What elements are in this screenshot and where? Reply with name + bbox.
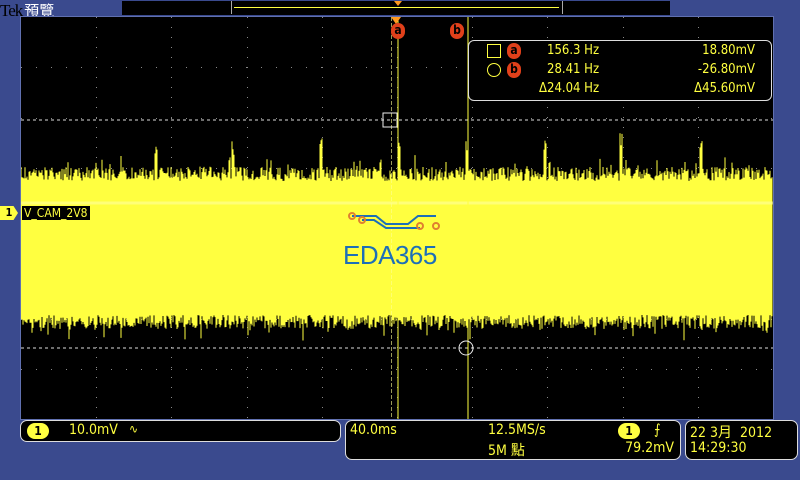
overview-trace — [234, 7, 559, 8]
timebase-trigger-panel[interactable]: 40.0ms 12.5MS/s 5M 點 1 ⨍ 79.2mV — [345, 420, 681, 460]
cursor-a-volt: 18.80mV — [702, 43, 755, 58]
rising-edge-icon: ⨍ — [654, 422, 661, 438]
date: 22 3月 2012 — [690, 425, 773, 441]
vertical-scale: 10.0mV — [69, 422, 118, 438]
channel-1-settings[interactable]: 1 10.0mV ∿ — [20, 420, 341, 442]
record-overview-bar[interactable] — [122, 1, 670, 15]
time-per-division: 40.0ms — [350, 422, 397, 438]
channel-1-ground-marker[interactable]: 1 — [0, 206, 18, 220]
cursor-b-badge: b — [507, 62, 521, 78]
square-icon — [487, 44, 501, 58]
record-length: 5M 點 — [488, 443, 525, 459]
cursor-b-volt: -26.80mV — [697, 62, 755, 77]
channel-1-trace — [21, 133, 773, 341]
cursor-a-badge: a — [507, 43, 521, 59]
brand-text: Tek — [0, 1, 23, 20]
trigger-source-badge: 1 — [618, 423, 640, 439]
cursor-a-label[interactable]: a — [391, 23, 405, 39]
trigger-level: 79.2mV — [625, 440, 674, 456]
delta-freq: Δ24.04 Hz — [539, 81, 600, 96]
cursor-b-label[interactable]: b — [450, 23, 464, 39]
eda365-logo-icon — [348, 212, 440, 230]
sample-rate: 12.5MS/s — [488, 422, 546, 438]
cursor-readout: a 156.3 Hz 18.80mV b 28.41 Hz -26.80mV Δ… — [468, 40, 772, 101]
trigger-position-marker — [394, 1, 402, 6]
ac-coupling-icon: ∿ — [129, 422, 139, 436]
cursor-b-freq: 28.41 Hz — [547, 62, 600, 77]
readout-row-a: a 156.3 Hz 18.80mV — [469, 42, 771, 60]
datetime-panel: 22 3月 2012 14:29:30 — [685, 420, 798, 460]
time: 14:29:30 — [690, 440, 747, 456]
readout-row-delta: Δ24.04 Hz Δ45.60mV — [469, 80, 771, 98]
channel-1-badge: 1 — [27, 423, 49, 439]
cursor-a-freq: 156.3 Hz — [547, 43, 600, 58]
watermark-text: EDA365 — [343, 240, 437, 270]
readout-row-b: b 28.41 Hz -26.80mV — [469, 61, 771, 79]
delta-volt: Δ45.60mV — [694, 81, 755, 96]
channel-label: V_CAM_2V8 — [22, 206, 90, 220]
circle-icon — [487, 63, 501, 77]
